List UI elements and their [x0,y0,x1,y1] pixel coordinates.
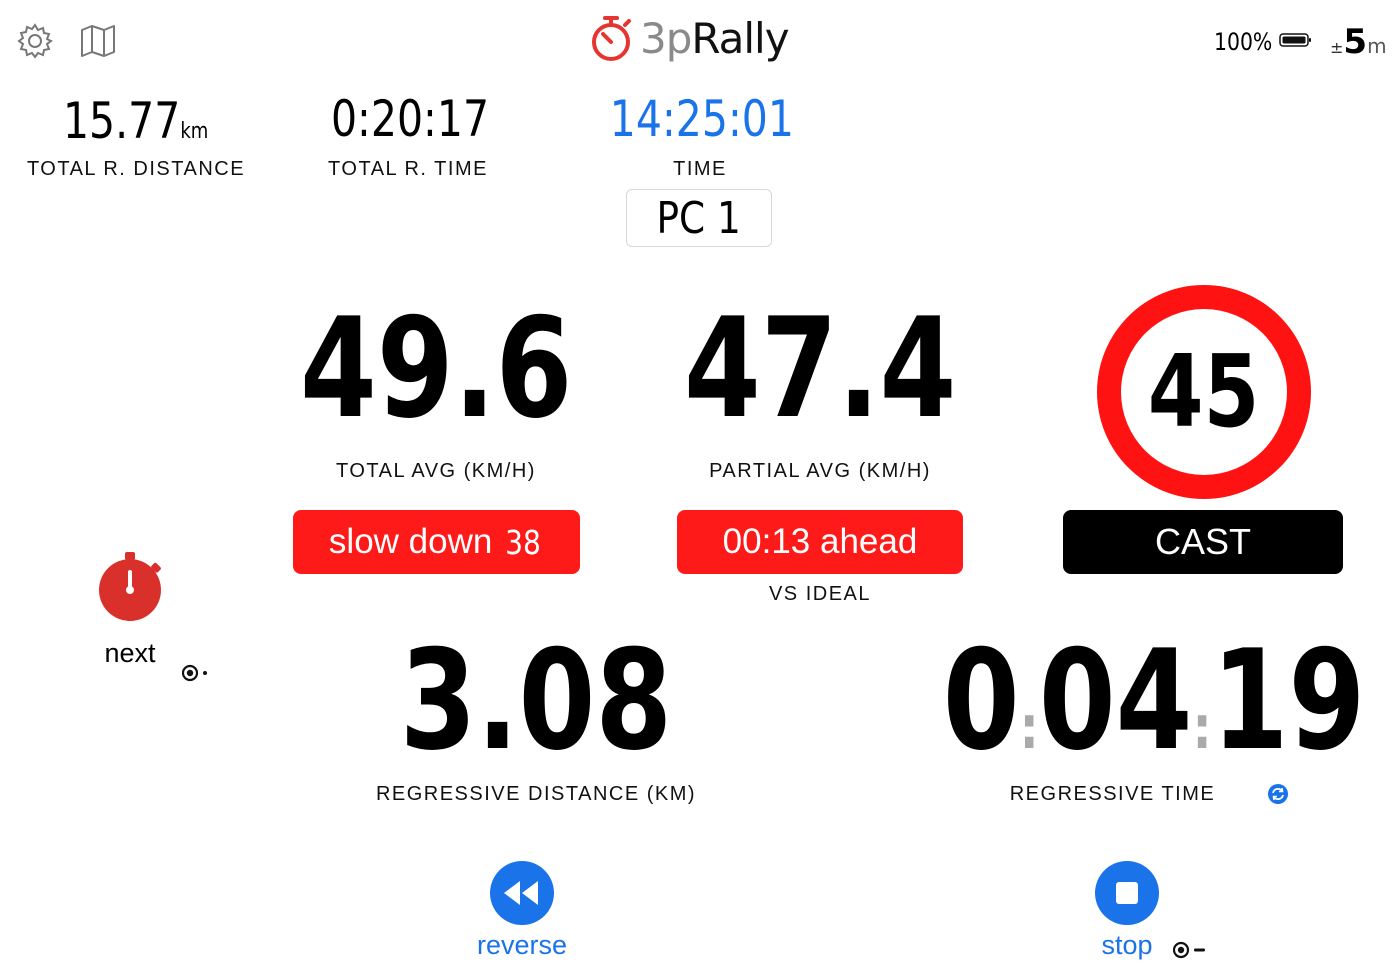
total-time-label: TOTAL R. TIME [328,158,488,180]
regressive-time-value: 0:04:19 [890,632,1366,770]
partial-avg-value: 47.4 [684,288,957,449]
logo-prefix: 3p [640,13,692,63]
slow-down-value: 38 [505,522,541,562]
clock-time-label: TIME [673,158,727,180]
slow-down-alert: slow down 38 [293,510,580,574]
total-avg-label: TOTAL AVG (KM/H) [336,460,536,482]
total-distance-value: 15.77km [36,92,236,150]
slow-down-text: slow down [328,522,493,561]
vs-ideal-label: VS IDEAL [768,583,872,605]
accuracy-unit: m [1367,34,1387,58]
regressive-distance-label: REGRESSIVE DISTANCE (KM) [375,783,697,805]
speed-limit-sign: 45 [1097,285,1311,499]
total-distance-number: 15.77 [63,92,181,150]
reverse-button[interactable] [490,861,554,925]
battery-percent: 100% [1214,28,1273,56]
battery-icon [1278,32,1313,52]
logo-suffix: Rally [691,13,789,63]
map-icon[interactable] [80,23,116,59]
stage-button[interactable]: PC 1 [626,189,772,247]
gps-accuracy: ± 5 m [1330,22,1387,62]
stop-button[interactable] [1095,861,1159,925]
regressive-time-separator: : [1019,693,1039,763]
battery-status: 100% [1214,28,1313,56]
sensor-indicator-icon [182,664,212,682]
stop-label[interactable]: stop [1077,930,1177,961]
total-time-value: 0:20:17 [330,90,490,148]
total-distance-unit: km [180,119,209,144]
regressive-time-hours: 0 [942,620,1020,781]
settings-gear-icon[interactable] [16,22,54,60]
clock-time-value: 14:25:01 [609,90,794,148]
next-label[interactable]: next [90,638,170,669]
accuracy-prefix: ± [1330,38,1344,57]
stage-label: PC 1 [656,192,742,244]
regressive-time-seconds: 19 [1211,620,1366,781]
sync-refresh-icon[interactable] [1267,783,1289,805]
speed-limit-value: 45 [1148,333,1260,450]
stopwatch-logo-icon [588,13,634,63]
cast-label: CAST [1154,521,1251,562]
cast-button[interactable]: CAST [1063,510,1343,574]
accuracy-value: 5 [1343,22,1368,62]
reverse-label[interactable]: reverse [452,930,592,961]
regressive-time-minutes: 04 [1038,620,1193,781]
total-distance-label: TOTAL R. DISTANCE [26,158,246,180]
total-avg-value: 49.6 [300,288,573,449]
ahead-alert: 00:13 ahead [677,510,963,574]
regressive-time-label: REGRESSIVE TIME [1009,783,1216,805]
partial-avg-label: PARTIAL AVG (KM/H) [709,460,931,482]
regressive-distance-value: 3.08 [399,620,673,781]
app-logo: 3pRally [588,10,818,66]
sensor-dash-indicator-icon [1173,941,1209,959]
ahead-text: 00:13 ahead [722,522,918,561]
regressive-time-separator: : [1192,693,1212,763]
next-timer-button[interactable] [96,550,166,622]
